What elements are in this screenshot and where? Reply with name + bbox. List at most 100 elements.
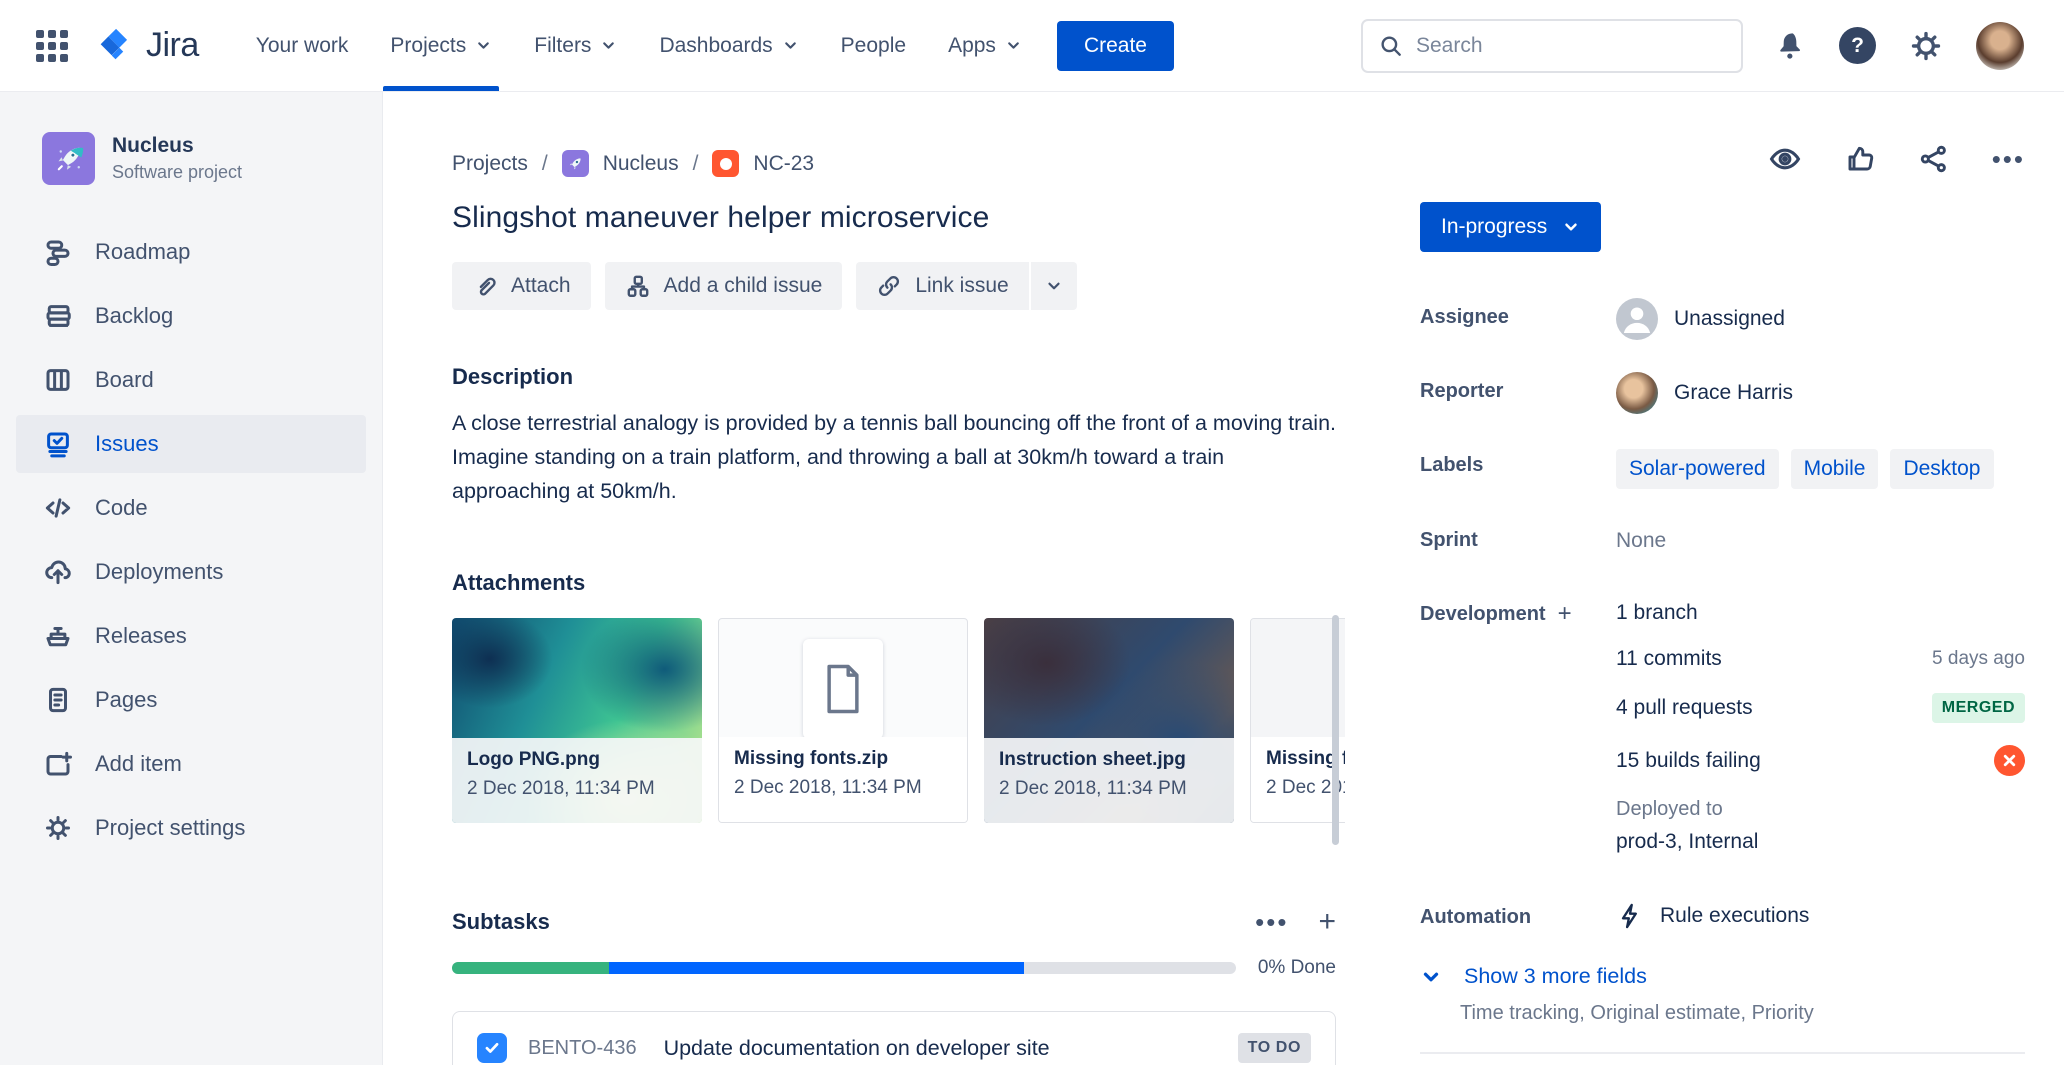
attachment-name: Logo PNG.png	[467, 749, 687, 771]
attachment-name: Instruction sheet.jpg	[999, 749, 1219, 771]
subtask-status-badge[interactable]: TO DO	[1238, 1033, 1311, 1063]
breadcrumb-issue-key[interactable]: NC-23	[753, 152, 814, 176]
builds-failing-link[interactable]: 15 builds failing	[1616, 749, 1761, 773]
sidebar-item-pages[interactable]: Pages	[16, 671, 366, 729]
lightning-icon	[1616, 902, 1644, 930]
search-icon	[1378, 33, 1404, 59]
sidebar-item-code[interactable]: Code	[16, 479, 366, 537]
sidebar-item-add-item[interactable]: Add item	[16, 735, 366, 793]
link-issue-button[interactable]: Link issue	[856, 262, 1028, 310]
panel-divider	[1420, 1052, 2025, 1054]
sidebar-item-project-settings[interactable]: Project settings	[16, 799, 366, 857]
subtask-row[interactable]: BENTO-436 Update documentation on develo…	[452, 1011, 1336, 1065]
sprint-value[interactable]: None	[1616, 521, 2025, 553]
show-more-fields-link[interactable]: Show 3 more fields	[1420, 964, 2025, 989]
project-name: Nucleus	[112, 134, 242, 158]
create-button[interactable]: Create	[1057, 21, 1174, 71]
share-icon[interactable]	[1918, 143, 1950, 175]
add-item-icon	[42, 748, 74, 780]
issue-title[interactable]: Slingshot maneuver helper microservice	[452, 201, 1420, 235]
nav-your-work[interactable]: Your work	[235, 0, 370, 91]
sidebar-item-board[interactable]: Board	[16, 351, 366, 409]
chevron-down-icon	[1420, 966, 1442, 988]
link-issue-split-button: Link issue	[856, 262, 1076, 310]
description-text[interactable]: A close terrestrial analogy is provided …	[452, 406, 1336, 508]
sidebar-item-deployments[interactable]: Deployments	[16, 543, 366, 601]
breadcrumb-projects[interactable]: Projects	[452, 152, 528, 176]
like-thumbs-up-icon[interactable]	[1844, 143, 1876, 175]
branches-link[interactable]: 1 branch	[1616, 601, 1698, 625]
sidebar-item-backlog[interactable]: Backlog	[16, 287, 366, 345]
status-dropdown[interactable]: In-progress	[1420, 202, 1601, 252]
breadcrumb: Projects / Nucleus / NC-23	[452, 150, 1420, 177]
attachment-card[interactable]: Missing fonts.zip 2 Dec 2018, 11:34 PM	[718, 618, 968, 823]
user-avatar[interactable]	[1976, 22, 2024, 70]
subtask-key[interactable]: BENTO-436	[528, 1037, 637, 1060]
jira-logo-text: Jira	[146, 26, 199, 65]
rule-executions-link[interactable]: Rule executions	[1616, 898, 2025, 930]
reporter-value[interactable]: Grace Harris	[1616, 372, 2025, 414]
pages-icon	[42, 684, 74, 716]
attachment-name: Missing fonts.zip	[734, 748, 952, 770]
attachment-card[interactable]: Instruction sheet.jpg 2 Dec 2018, 11:34 …	[984, 618, 1234, 823]
nav-apps[interactable]: Apps	[927, 0, 1043, 91]
subtasks-progress-bar	[452, 962, 1236, 974]
subtasks-more-icon[interactable]: •••	[1255, 917, 1288, 927]
settings-gear-icon[interactable]	[1909, 29, 1943, 63]
code-icon	[42, 492, 74, 524]
label-chip[interactable]: Desktop	[1890, 449, 1993, 489]
subtasks-add-icon[interactable]: +	[1318, 912, 1336, 932]
search-input[interactable]: Search	[1361, 19, 1743, 73]
releases-icon	[42, 620, 74, 652]
unassigned-avatar-icon	[1616, 298, 1658, 340]
subtask-type-checkbox-icon[interactable]	[477, 1033, 507, 1063]
issue-detail-panel: ••• In-progress Assignee Unassigned	[1420, 92, 2064, 1065]
app-switcher-icon[interactable]	[36, 30, 68, 62]
jira-logo[interactable]: Jira	[94, 25, 199, 67]
progress-segment-inprogress	[609, 962, 1024, 974]
assignee-value[interactable]: Unassigned	[1616, 298, 2025, 340]
progress-done-label: 0% Done	[1258, 957, 1336, 979]
label-chip[interactable]: Mobile	[1791, 449, 1879, 489]
commits-link[interactable]: 11 commits	[1616, 647, 1722, 671]
deployed-to-value[interactable]: prod-3, Internal	[1616, 830, 2025, 854]
pull-requests-link[interactable]: 4 pull requests	[1616, 696, 1753, 720]
watch-eye-icon[interactable]	[1768, 142, 1802, 176]
nav-dashboards[interactable]: Dashboards	[638, 0, 819, 91]
child-issue-icon	[625, 273, 651, 299]
breadcrumb-project-name[interactable]: Nucleus	[603, 152, 679, 176]
project-settings-gear-icon	[42, 812, 74, 844]
topbar-icons: ?	[1775, 22, 2024, 70]
help-icon[interactable]: ?	[1839, 27, 1876, 64]
label-chip[interactable]: Solar-powered	[1616, 449, 1779, 489]
attach-button[interactable]: Attach	[452, 262, 591, 310]
notifications-bell-icon[interactable]	[1775, 30, 1806, 61]
attachment-card[interactable]: Logo PNG.png 2 Dec 2018, 11:34 PM	[452, 618, 702, 823]
sidebar-item-releases[interactable]: Releases	[16, 607, 366, 665]
subtask-title[interactable]: Update documentation on developer site	[664, 1036, 1217, 1061]
sidebar-item-roadmap[interactable]: Roadmap	[16, 223, 366, 281]
build-failed-icon	[1994, 745, 2025, 776]
attachment-card[interactable]: Missing fonts.zip 2 Dec 2018, 11:34 PM	[1250, 618, 1345, 823]
link-issue-more-button[interactable]	[1029, 262, 1077, 310]
chevron-down-icon	[475, 37, 492, 54]
description-heading: Description	[452, 364, 1420, 390]
content-scrollbar[interactable]	[1332, 615, 1339, 845]
attachments-heading: Attachments	[452, 570, 1420, 596]
nav-projects[interactable]: Projects	[369, 0, 513, 91]
sidebar-item-issues[interactable]: Issues	[16, 415, 366, 473]
more-actions-icon[interactable]: •••	[1992, 154, 2025, 164]
development-add-icon[interactable]: +	[1558, 603, 1572, 625]
sidebar-nav: Roadmap Backlog Board Issues Code Deploy…	[0, 223, 382, 857]
chevron-down-icon	[1562, 218, 1580, 236]
subtasks-heading: Subtasks	[452, 909, 550, 935]
file-icon	[803, 639, 883, 739]
nav-filters[interactable]: Filters	[513, 0, 638, 91]
search-placeholder: Search	[1416, 34, 1483, 58]
add-child-issue-button[interactable]: Add a child issue	[605, 262, 843, 310]
nav-people[interactable]: People	[820, 0, 927, 91]
chevron-down-icon	[1045, 277, 1063, 295]
automation-label: Automation	[1420, 898, 1616, 940]
chevron-down-icon	[1005, 37, 1022, 54]
hidden-fields-summary: Time tracking, Original estimate, Priori…	[1460, 1002, 2025, 1025]
